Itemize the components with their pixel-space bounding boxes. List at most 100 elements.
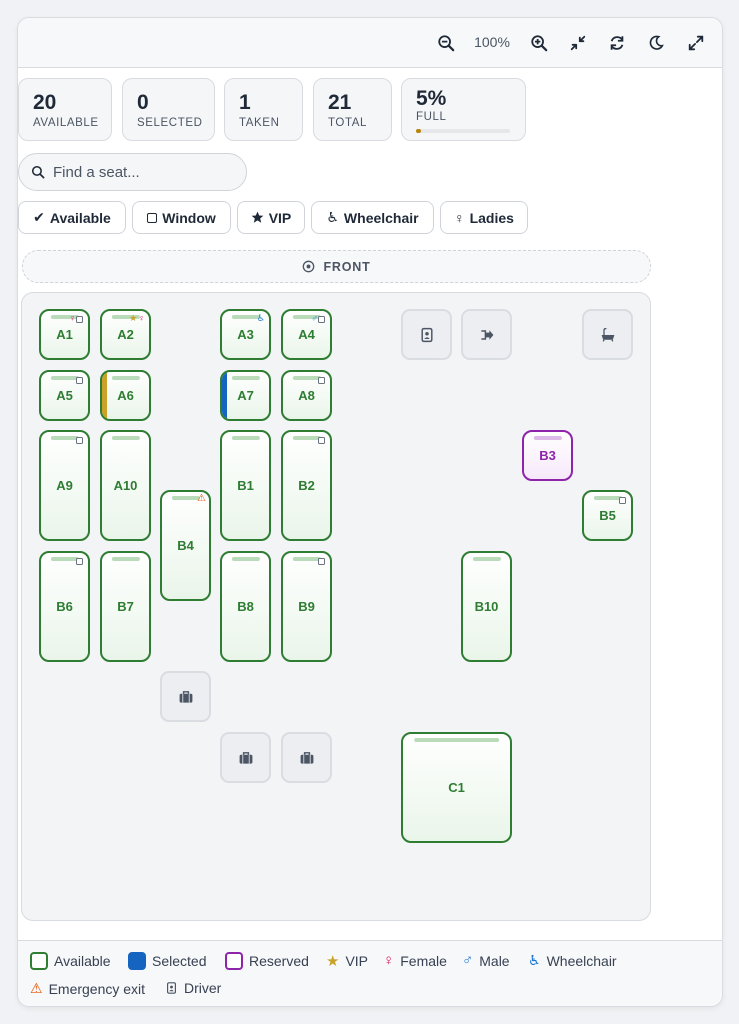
window-icon: [318, 437, 325, 444]
filter-ladies[interactable]: ♀ Ladies: [440, 201, 528, 234]
luggage-facility[interactable]: [160, 671, 211, 722]
luggage-icon: [179, 690, 192, 703]
seat-label: A3: [237, 327, 254, 342]
luggage-facility[interactable]: [220, 732, 271, 783]
seat-b8[interactable]: B8: [220, 551, 271, 662]
stat-taken-label: TAKEN: [239, 117, 280, 129]
seat-label: B2: [298, 478, 315, 493]
seat-label: A6: [117, 388, 134, 403]
stat-total-label: TOTAL: [328, 117, 367, 129]
female-icon: ♀: [454, 209, 465, 226]
legend-emergency: ⚠ Emergency exit: [30, 980, 145, 997]
steering-wheel-icon: [303, 260, 315, 273]
filter-wheelchair[interactable]: ♿ Wheelchair: [311, 201, 434, 234]
refresh-icon[interactable]: [605, 31, 629, 55]
luggage-icon: [239, 751, 252, 764]
stat-selected-label: SELECTED: [137, 117, 203, 129]
seat-b1[interactable]: B1: [220, 430, 271, 541]
seat-a3[interactable]: ♿ A3: [220, 309, 271, 360]
seat-search: [18, 153, 247, 191]
stat-available-label: AVAILABLE: [33, 117, 99, 129]
female-icon: ♀: [69, 313, 76, 323]
seat-b3[interactable]: B3: [522, 430, 573, 481]
legend-available: Available: [30, 952, 111, 970]
seat-label: A5: [56, 388, 73, 403]
seat-label: B4: [177, 538, 194, 553]
seat-label: B7: [117, 599, 134, 614]
driver-facility[interactable]: [401, 309, 452, 360]
stat-available-count: 20: [33, 91, 57, 114]
luggage-facility[interactable]: [281, 732, 332, 783]
legend-vip: ★ VIP: [326, 952, 368, 970]
exit-door-icon: [480, 329, 493, 340]
zoom-in-icon[interactable]: [527, 31, 551, 55]
seat-a2[interactable]: ★ ♀ A2: [100, 309, 151, 360]
accessible-stripe: [222, 372, 227, 419]
vip-star-icon: ★: [326, 953, 340, 970]
wheelchair-icon: ♿: [326, 209, 339, 225]
wheelchair-icon: ♿: [528, 952, 541, 968]
seat-a8[interactable]: A8: [281, 370, 332, 421]
luggage-icon: [300, 751, 313, 764]
window-icon: [76, 316, 83, 323]
front-indicator: FRONT: [22, 250, 651, 283]
seat-label: A2: [117, 327, 134, 342]
seat-b4[interactable]: ⚠ B4: [160, 490, 211, 601]
window-icon: [619, 497, 626, 504]
seat-a9[interactable]: A9: [39, 430, 90, 541]
window-icon: [76, 377, 83, 384]
seat-label: B10: [474, 599, 499, 614]
seat-label: A8: [298, 388, 315, 403]
legend-driver-label: Driver: [184, 980, 222, 996]
stat-full-label: FULL: [416, 111, 447, 123]
legend-reserved-label: Reserved: [249, 953, 309, 969]
seat-b10[interactable]: B10: [461, 551, 512, 662]
seat-label: A9: [56, 478, 73, 493]
bath-icon: [601, 327, 614, 342]
seat-b2[interactable]: B2: [281, 430, 332, 541]
zoom-out-icon[interactable]: [434, 31, 458, 55]
collapse-icon[interactable]: [566, 31, 590, 55]
seat-b5[interactable]: B5: [582, 490, 633, 541]
filter-wheelchair-label: Wheelchair: [343, 209, 419, 226]
seat-a5[interactable]: A5: [39, 370, 90, 421]
legend-female-label: Female: [400, 952, 447, 969]
dark-mode-icon[interactable]: [644, 31, 668, 55]
seat-b6[interactable]: B6: [39, 551, 90, 662]
seat-label: A1: [56, 327, 73, 342]
filter-ladies-label: Ladies: [469, 209, 514, 226]
seat-label: C1: [448, 780, 465, 795]
emergency-exit-icon: ⚠: [197, 493, 206, 504]
seat-label: A7: [237, 388, 254, 403]
seat-a10[interactable]: A10: [100, 430, 151, 541]
filter-vip[interactable]: VIP: [237, 201, 305, 234]
seat-label: B5: [599, 508, 616, 523]
stat-taken-count: 1: [239, 91, 251, 114]
seat-b7[interactable]: B7: [100, 551, 151, 662]
window-icon: [318, 316, 325, 323]
legend-driver: Driver: [165, 980, 221, 996]
stat-total-count: 21: [328, 91, 352, 114]
seat-a1[interactable]: ♀ A1: [39, 309, 90, 360]
window-icon: [76, 558, 83, 565]
filter-available[interactable]: ✔ Available: [18, 201, 126, 234]
door-exit-facility[interactable]: [461, 309, 512, 360]
filter-window[interactable]: Window: [132, 201, 231, 234]
seat-a7[interactable]: A7: [220, 370, 271, 421]
window-icon: [147, 212, 158, 223]
seat-b9[interactable]: B9: [281, 551, 332, 662]
stat-full-percent: 5%: [416, 87, 447, 110]
seat-a6[interactable]: A6: [100, 370, 151, 421]
search-input[interactable]: [53, 163, 233, 181]
filter-available-label: Available: [49, 209, 111, 226]
toolbar: 100%: [18, 18, 722, 68]
filter-vip-label: VIP: [268, 209, 292, 226]
check-icon: ✔: [33, 209, 45, 225]
toilet-facility[interactable]: [582, 309, 633, 360]
seat-label: B6: [56, 599, 73, 614]
fullscreen-icon[interactable]: [684, 31, 708, 55]
seat-label: A4: [298, 327, 315, 342]
seat-c1[interactable]: C1: [401, 732, 512, 843]
legend-selected-label: Selected: [152, 953, 207, 969]
seat-a4[interactable]: ♂ A4: [281, 309, 332, 360]
